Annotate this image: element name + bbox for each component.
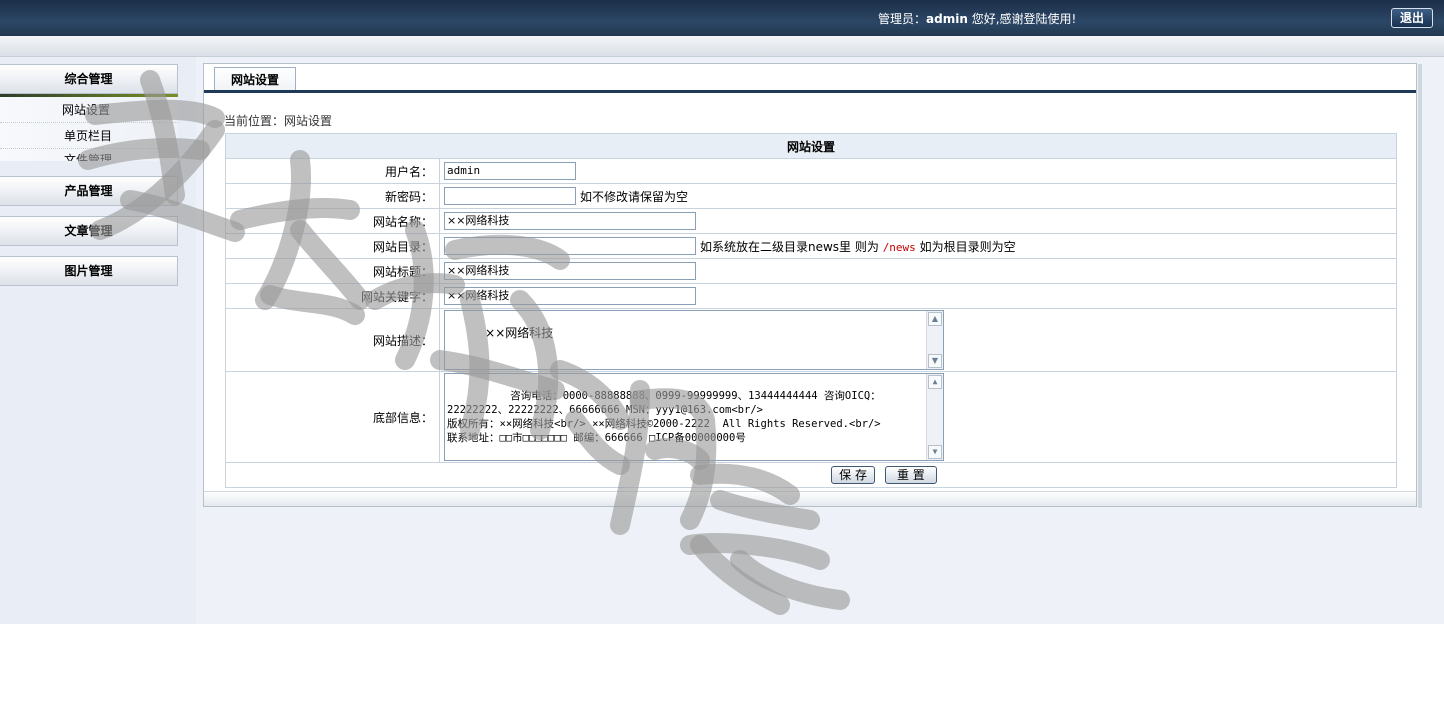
sub-header-bar — [0, 36, 1444, 57]
panel-footer — [204, 491, 1416, 506]
logout-button[interactable]: 退出 — [1391, 8, 1433, 28]
site-name-input[interactable]: ××网络科技 — [444, 212, 696, 230]
site-keywords-label: 网站关键字： — [225, 283, 440, 309]
footer-info-label: 底部信息： — [225, 371, 440, 463]
sidebar-item-file-manage[interactable]: 文件管理 — [0, 149, 178, 161]
sidebar-group-products[interactable]: 产品管理 — [0, 176, 178, 206]
sidebar-group-images[interactable]: 图片管理 — [0, 256, 178, 286]
settings-form-table: 网站设置 用户名： admin 新密码： 如不修改请保留为空 网站名称： ××网… — [225, 133, 1397, 488]
site-dir-hint: 如系统放在二级目录news里 则为 /news 如为根目录则为空 — [700, 239, 1016, 254]
admin-username: admin — [926, 12, 968, 26]
greeting-text: 管理员：admin 您好,感谢登陆使用! — [878, 12, 1077, 26]
site-desc-label: 网站描述： — [225, 308, 440, 372]
form-table-title: 网站设置 — [225, 133, 1397, 159]
sidebar-group-general[interactable]: 综合管理 — [0, 64, 178, 97]
sidebar-group-label: 综合管理 — [64, 72, 113, 86]
sidebar-group-articles[interactable]: 文章管理 — [0, 216, 178, 246]
username-input[interactable]: admin — [444, 162, 576, 180]
reset-button[interactable]: 重 置 — [884, 466, 937, 484]
site-keywords-input[interactable]: ××网络科技 — [444, 287, 696, 305]
form-actions: 保 存 重 置 — [225, 462, 1397, 488]
main-panel: 网站设置 当前位置：网站设置 网站设置 用户名： admin 新密码： 如不修改… — [203, 63, 1422, 508]
save-button[interactable]: 保 存 — [831, 466, 876, 484]
panel-right-border — [1418, 64, 1422, 508]
footer-info-scrollbar[interactable]: ▲ ▼ — [926, 374, 943, 460]
site-title-input[interactable]: ××网络科技 — [444, 262, 696, 280]
password-input[interactable] — [444, 187, 576, 205]
password-hint: 如不修改请保留为空 — [580, 189, 689, 204]
sidebar-item-site-settings[interactable]: 网站设置 — [0, 97, 178, 123]
site-desc-textarea[interactable]: ××网络科技 ▲ ▼ — [444, 310, 944, 370]
password-label: 新密码： — [225, 183, 440, 209]
top-header-bar: 管理员：admin 您好,感谢登陆使用! 退出 — [0, 0, 1444, 36]
footer-info-textarea[interactable]: 咨询电话：0000-88888888、0999-99999999、1344444… — [444, 373, 944, 461]
site-name-label: 网站名称： — [225, 208, 440, 234]
site-title-label: 网站标题： — [225, 258, 440, 284]
scroll-up-icon[interactable]: ▲ — [928, 375, 942, 389]
scroll-up-icon[interactable]: ▲ — [928, 312, 942, 326]
breadcrumb: 当前位置：网站设置 — [224, 114, 333, 128]
sidebar-item-single-page[interactable]: 单页栏目 — [0, 123, 178, 149]
username-label: 用户名： — [225, 158, 440, 184]
site-dir-example: /news — [882, 240, 916, 254]
scroll-down-icon[interactable]: ▼ — [928, 445, 942, 459]
site-desc-scrollbar[interactable]: ▲ ▼ — [926, 311, 943, 369]
scroll-down-icon[interactable]: ▼ — [928, 354, 942, 368]
site-dir-input[interactable] — [444, 237, 696, 255]
tab-underline — [204, 90, 1416, 93]
site-dir-label: 网站目录： — [225, 233, 440, 259]
